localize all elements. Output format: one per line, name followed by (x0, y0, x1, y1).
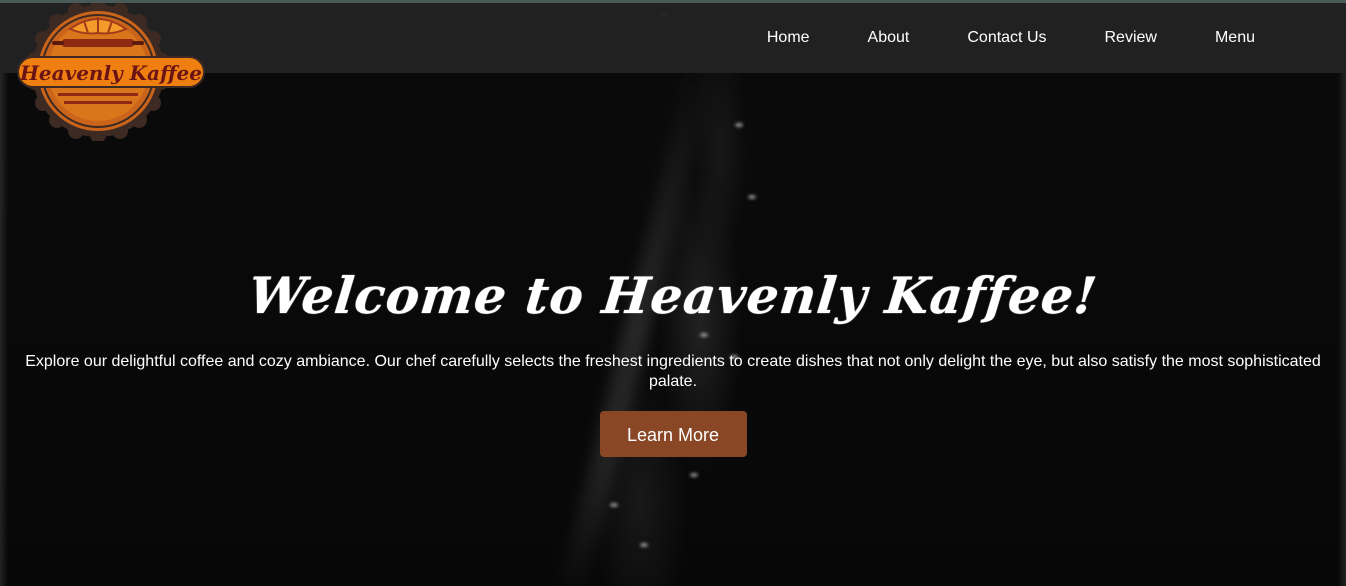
background-sparkle (735, 123, 743, 127)
hero-section: Welcome to Heavenly Kaffee! Explore our … (0, 258, 1346, 457)
nav-home-link[interactable]: Home (738, 3, 839, 73)
background-sparkle (640, 543, 648, 547)
background-sparkle (748, 195, 756, 199)
logo-text: Heavenly Kaffee (20, 61, 202, 85)
learn-more-button[interactable]: Learn More (599, 411, 747, 457)
nav-contact-us-link[interactable]: Contact Us (938, 3, 1075, 73)
heavenly-kaffee-logo[interactable]: Heavenly Kaffee (16, 3, 206, 143)
nav-menu-link[interactable]: Menu (1186, 3, 1284, 73)
background-sparkle (690, 473, 698, 477)
page-frame: Home About Contact Us Review Menu Heaven… (0, 0, 1346, 586)
hero-description: Explore our delightful coffee and cozy a… (25, 353, 1321, 390)
background-sparkle (610, 503, 618, 507)
nav-about-link[interactable]: About (839, 3, 939, 73)
nav-review-link[interactable]: Review (1076, 3, 1186, 73)
hero-title: Welcome to Heavenly Kaffee! (245, 266, 1101, 325)
main-nav: Home About Contact Us Review Menu (738, 3, 1284, 73)
